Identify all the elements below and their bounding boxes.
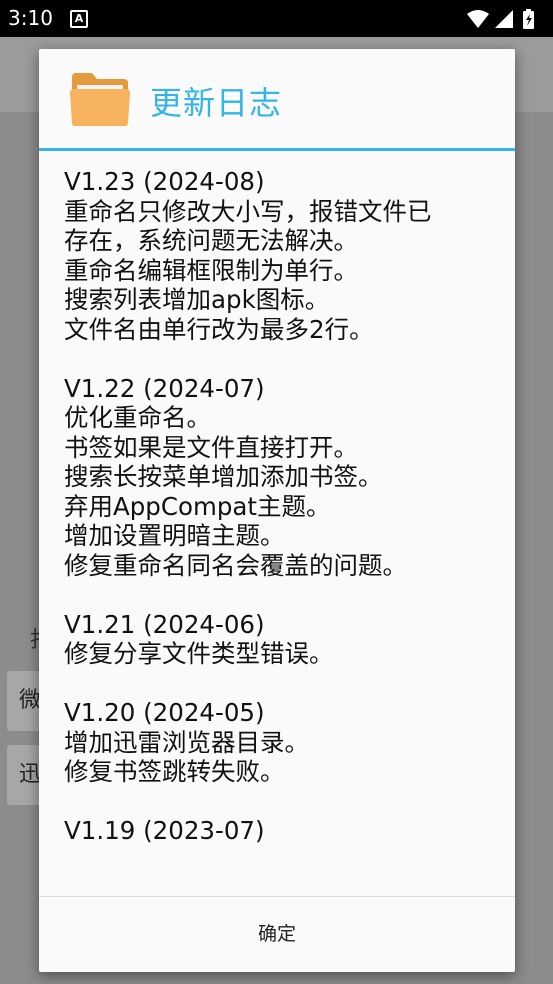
status-bar: 3:10 A	[0, 0, 553, 37]
dialog-header: 更新日志	[39, 49, 515, 148]
entry-line: 修复重命名同名会覆盖的问题。	[64, 550, 407, 580]
folder-icon	[70, 69, 130, 131]
entry-line: 增加迅雷浏览器目录。	[64, 727, 309, 757]
wifi-icon	[467, 10, 489, 28]
entry-line: 文件名由单行改为最多2行。	[64, 314, 374, 344]
changelog-entry: V1.19 (2023-07)	[64, 816, 504, 846]
entry-line: 搜索列表增加apk图标。	[64, 285, 330, 314]
battery-icon	[523, 9, 534, 29]
entry-version: V1.19 (2023-07)	[64, 816, 265, 845]
entry-version: V1.22 (2024-07)	[64, 373, 265, 403]
dialog-title: 更新日志	[150, 84, 283, 122]
changelog-text: V1.23 (2024-08) 重命名只修改大小写，报错文件已 存在，系统问题无…	[64, 167, 504, 875]
changelog-dialog: 更新日志 V1.23 (2024-08) 重命名只修改大小写，报错文件已 存在，…	[39, 49, 515, 972]
entry-line: 优化重命名。	[64, 403, 211, 432]
changelog-entry: V1.23 (2024-08) 重命名只修改大小写，报错文件已 存在，系统问题无…	[64, 167, 504, 344]
entry-line: 书签如果是文件直接打开。	[64, 432, 358, 462]
changelog-entry: V1.22 (2024-07) 优化重命名。 书签如果是文件直接打开。 搜索长按…	[64, 374, 504, 581]
entry-line: 存在，系统问题无法解决。	[64, 226, 358, 255]
entry-line: 弃用AppCompat主题。	[64, 491, 331, 521]
entry-line: 重命名只修改大小写，报错文件已	[64, 196, 432, 226]
entry-line: 修复书签跳转失败。	[64, 757, 285, 786]
ok-button[interactable]: 确定	[39, 897, 515, 972]
changelog-scroll[interactable]: V1.23 (2024-08) 重命名只修改大小写，报错文件已 存在，系统问题无…	[39, 151, 515, 896]
entry-version: V1.20 (2024-05)	[64, 698, 265, 727]
entry-line: 搜索长按菜单增加添加书签。	[64, 462, 383, 491]
entry-line: 修复分享文件类型错误。	[64, 639, 334, 668]
entry-version: V1.23 (2024-08)	[64, 167, 265, 196]
notification-a-icon: A	[70, 10, 88, 28]
status-icons	[465, 8, 545, 34]
entry-line: 重命名编辑框限制为单行。	[64, 255, 358, 285]
changelog-entry: V1.20 (2024-05) 增加迅雷浏览器目录。 修复书签跳转失败。	[64, 698, 504, 787]
status-time: 3:10	[8, 6, 53, 30]
entry-line: 增加设置明暗主题。	[64, 521, 285, 550]
changelog-entry: V1.21 (2024-06) 修复分享文件类型错误。	[64, 610, 504, 669]
signal-icon	[495, 10, 513, 28]
entry-version: V1.21 (2024-06)	[64, 609, 265, 639]
